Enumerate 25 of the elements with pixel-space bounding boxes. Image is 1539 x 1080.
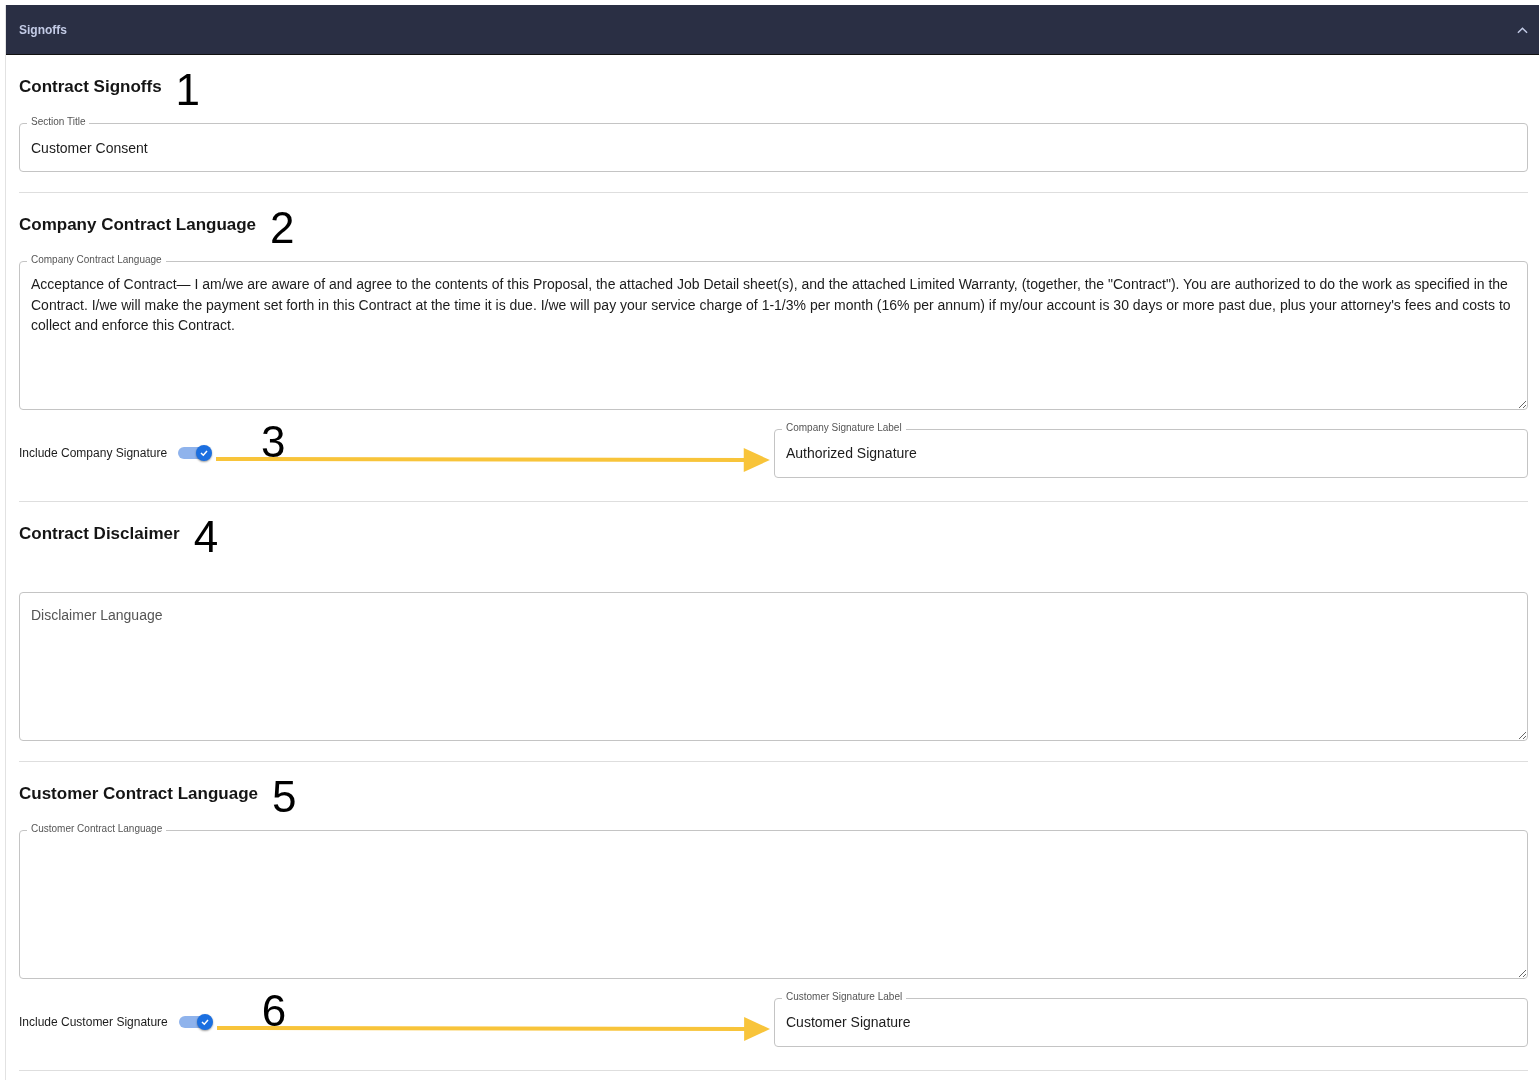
- field-label: Customer Contract Language: [27, 823, 167, 835]
- annotation-number: 1: [175, 64, 201, 112]
- annotation-number: 2: [270, 202, 295, 250]
- annotation-number: 5: [272, 771, 297, 819]
- check-icon: [199, 448, 210, 458]
- field-label: Company Contract Language: [27, 254, 166, 266]
- check-icon: [199, 1017, 210, 1027]
- field-label: Customer Signature Label: [782, 990, 907, 1003]
- panel-header[interactable]: Signoffs: [6, 5, 1539, 55]
- section-heading: Contract Signoffs: [19, 77, 162, 97]
- annotation-number: 3: [261, 420, 286, 464]
- toggle-switch[interactable]: [178, 447, 211, 459]
- field-label: Company Signature Label: [782, 421, 906, 434]
- toggle-label: Include Customer Signature: [19, 1015, 168, 1029]
- section-heading: Contract Disclaimer: [19, 524, 180, 544]
- section-heading: Customer Contract Language: [19, 784, 258, 804]
- panel-title: Signoffs: [19, 22, 67, 37]
- collapse-icon[interactable]: [1517, 25, 1528, 34]
- field-label: Section Title: [27, 116, 90, 128]
- toggle-label: Include Company Signature: [19, 446, 168, 460]
- text-area[interactable]: Disclaimer Language: [19, 592, 1528, 741]
- annotation-number: 6: [261, 989, 287, 1033]
- annotation-number: 4: [193, 511, 219, 559]
- section-heading: Company Contract Language: [19, 215, 257, 235]
- toggle-switch[interactable]: [178, 1016, 211, 1028]
